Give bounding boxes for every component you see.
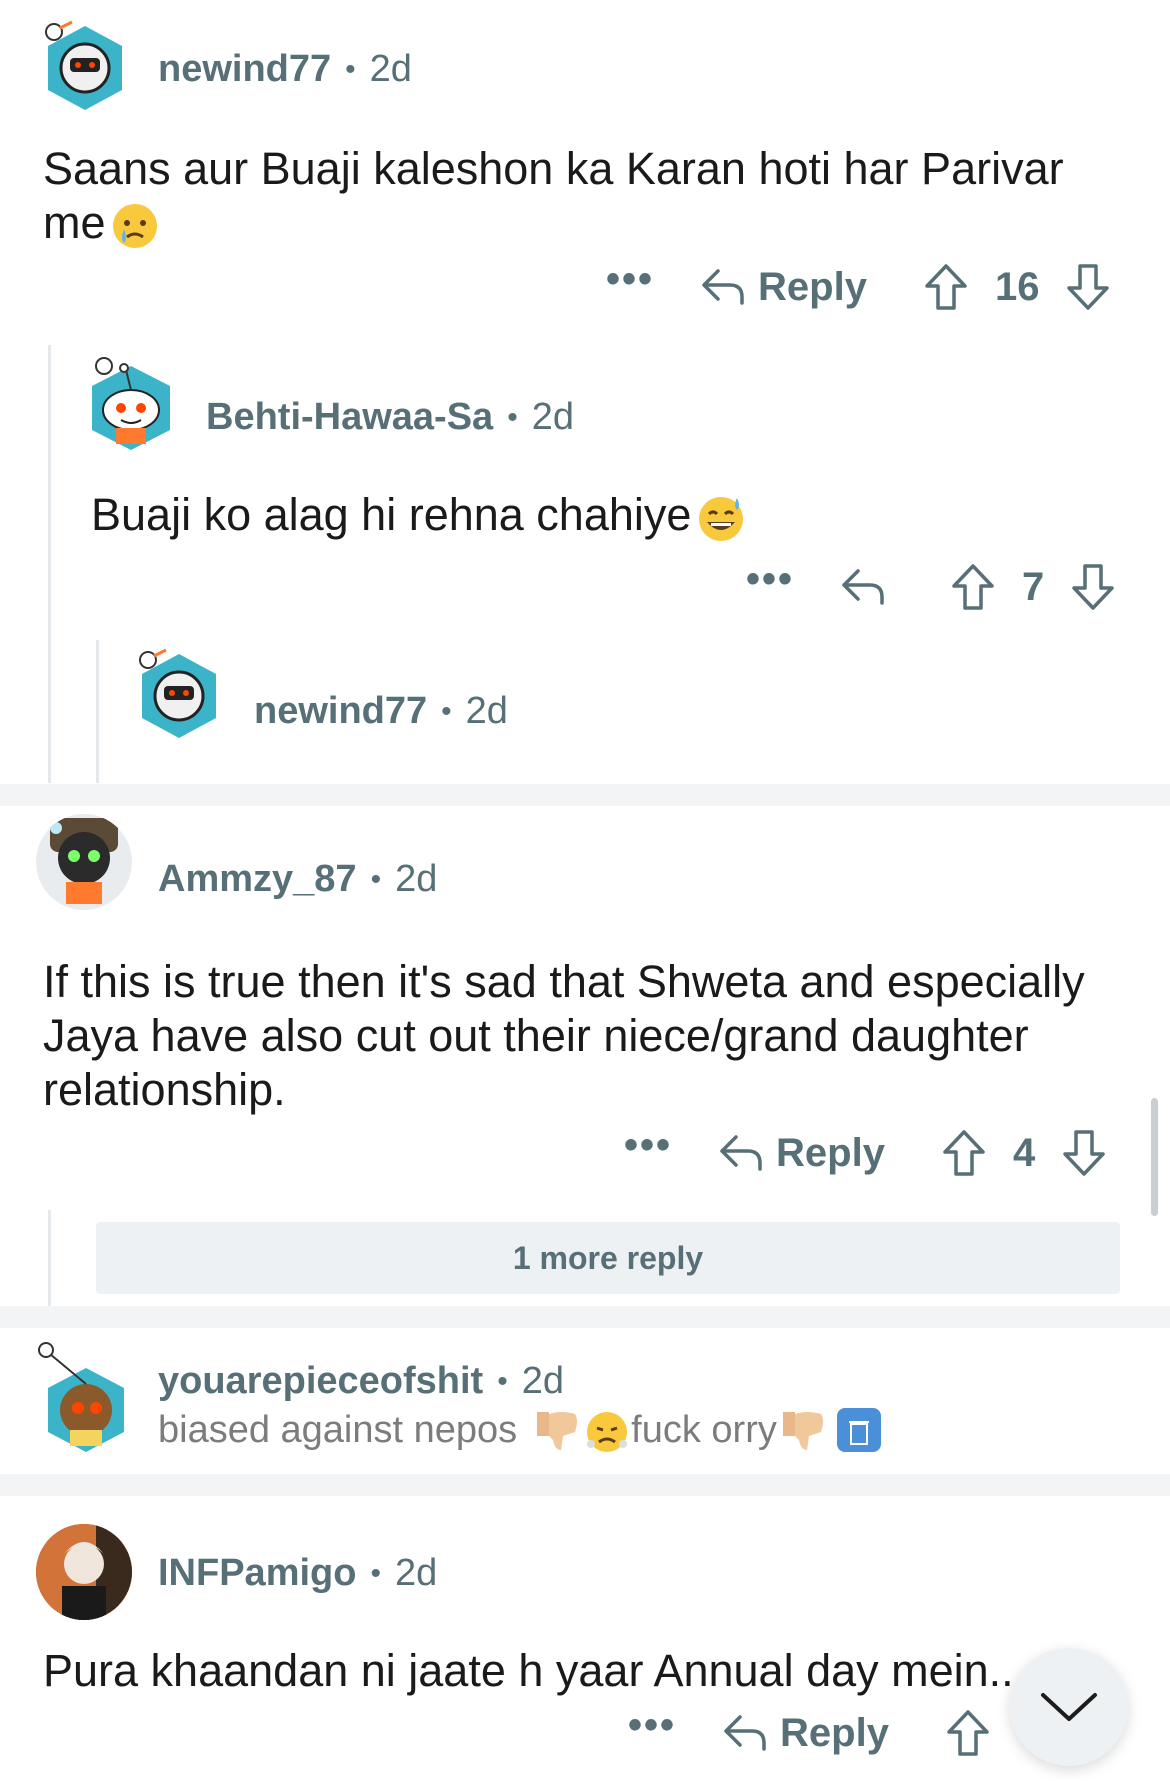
flair-text: biased against nepos	[158, 1408, 518, 1451]
comment-newind77-reply: newind77 • 2d	[110, 640, 1170, 780]
username[interactable]: newind77	[158, 48, 331, 91]
vote-group	[945, 1708, 991, 1758]
comment-body-line: If this is true then it's sad that Shwet…	[43, 956, 1085, 1007]
downvote-arrow-icon[interactable]	[1061, 1128, 1107, 1178]
thread-line[interactable]	[48, 345, 51, 783]
comment-body: Saans aur Buaji kaleshon ka Karan hoti h…	[43, 142, 1133, 251]
timestamp: 2d	[465, 690, 508, 732]
vote-count: 7	[1022, 564, 1045, 609]
username[interactable]: INFPamigo	[158, 1552, 356, 1595]
reply-button[interactable]: Reply	[700, 265, 867, 310]
vote-group: 7	[950, 562, 1116, 612]
vote-count: 16	[994, 264, 1040, 309]
comment-body-line: relationship.	[43, 1064, 286, 1115]
username[interactable]: Behti-Hawaa-Sa	[206, 396, 493, 439]
vote-group: 4	[941, 1128, 1107, 1178]
thread-line[interactable]	[48, 1210, 51, 1306]
reply-button[interactable]: Reply	[722, 1711, 889, 1756]
reply-arrow-icon	[724, 1715, 766, 1751]
reply-arrow-icon	[842, 569, 884, 605]
timestamp: 2d	[521, 1360, 565, 1402]
comment-body: If this is true then it's sad that Shwet…	[43, 955, 1143, 1117]
separator-dot: •	[345, 52, 356, 86]
reply-arrow-icon	[702, 269, 744, 305]
reply-button[interactable]	[840, 567, 898, 607]
upvote-arrow-icon[interactable]	[941, 1128, 987, 1178]
steaming-face-icon	[587, 1412, 628, 1452]
thumbs-down-icon	[782, 1412, 823, 1450]
next-comment-button[interactable]	[1010, 1648, 1128, 1766]
separator-dot: •	[507, 400, 518, 434]
comment-behti-hawaa-sa: Behti-Hawaa-Sa • 2d Buaji ko alag hi reh…	[60, 340, 1170, 620]
grinning-sweat-emoji	[699, 497, 744, 542]
comment-youarepieceofshit: youarepieceofshit • 2d biased against ne…	[0, 1328, 1170, 1474]
upvote-arrow-icon[interactable]	[950, 562, 996, 612]
comment-body-line: Pura khaandan ni jaate h yaar Annual day…	[43, 1645, 1014, 1696]
chevron-down-icon	[1041, 1693, 1097, 1721]
comment-separator	[0, 1474, 1170, 1496]
vote-count: 4	[1012, 1130, 1036, 1175]
username[interactable]: Ammzy_87	[158, 858, 357, 901]
comment-infpamigo: INFPamigo • 2d Pura khaandan ni jaate h …	[0, 1496, 1170, 1782]
comment-body: Buaji ko alag hi rehna chahiye	[91, 488, 1151, 544]
separator-dot: •	[441, 694, 452, 728]
comment-body-line: Jaya have also cut out their niece/grand…	[43, 1010, 1029, 1061]
username[interactable]: youarepieceofshit	[158, 1360, 483, 1403]
scrollbar[interactable]	[1151, 1098, 1158, 1216]
downvote-arrow-icon[interactable]	[1065, 262, 1111, 312]
more-options-icon[interactable]: •••	[624, 1125, 672, 1171]
reply-label: Reply	[780, 1710, 889, 1755]
comment-body-line: Buaji ko alag hi rehna chahiye	[91, 489, 692, 540]
separator-dot: •	[370, 862, 382, 896]
crying-face-emoji	[112, 204, 157, 249]
avatar[interactable]	[40, 18, 130, 113]
avatar[interactable]	[36, 814, 132, 910]
vote-group: 16	[923, 262, 1112, 312]
reply-arrow-icon	[720, 1135, 762, 1171]
comment-body: Pura khaandan ni jaate h yaar Annual day…	[43, 1644, 1043, 1698]
timestamp: 2d	[395, 858, 438, 900]
thread-line[interactable]	[96, 640, 99, 783]
downvote-arrow-icon[interactable]	[1070, 562, 1116, 612]
reply-label: Reply	[776, 1130, 885, 1175]
thumbs-down-icon	[537, 1412, 578, 1450]
timestamp: 2d	[531, 396, 574, 438]
upvote-arrow-icon[interactable]	[945, 1708, 991, 1758]
reply-label: Reply	[758, 264, 867, 309]
comment-body-line: Saans aur Buaji kaleshon ka Karan hoti h…	[43, 143, 1064, 194]
reply-button[interactable]: Reply	[718, 1131, 885, 1176]
separator-dot: •	[370, 1556, 381, 1590]
more-options-icon[interactable]: •••	[606, 259, 654, 305]
comment-newind77: newind77 • 2d Saans aur Buaji kaleshon k…	[0, 0, 1170, 330]
trash-can-icon	[836, 1408, 881, 1452]
more-options-icon[interactable]: •••	[628, 1705, 676, 1751]
avatar[interactable]	[36, 1524, 132, 1620]
flair-text: fuck orry	[631, 1408, 777, 1451]
comment-separator	[0, 1306, 1170, 1328]
comment-body-line: me	[43, 197, 106, 248]
more-options-icon[interactable]: •••	[746, 559, 794, 605]
avatar[interactable]	[36, 1338, 132, 1456]
timestamp: 2d	[394, 1552, 438, 1594]
timestamp: 2d	[369, 48, 412, 90]
user-flair: biased against nepos fuck orry	[158, 1406, 883, 1454]
username[interactable]: newind77	[254, 690, 427, 733]
avatar[interactable]	[134, 646, 224, 741]
comment-separator	[0, 784, 1170, 806]
separator-dot: •	[497, 1364, 508, 1398]
more-replies-button[interactable]: 1 more reply	[96, 1222, 1120, 1294]
upvote-arrow-icon[interactable]	[923, 262, 969, 312]
avatar[interactable]	[86, 352, 176, 452]
